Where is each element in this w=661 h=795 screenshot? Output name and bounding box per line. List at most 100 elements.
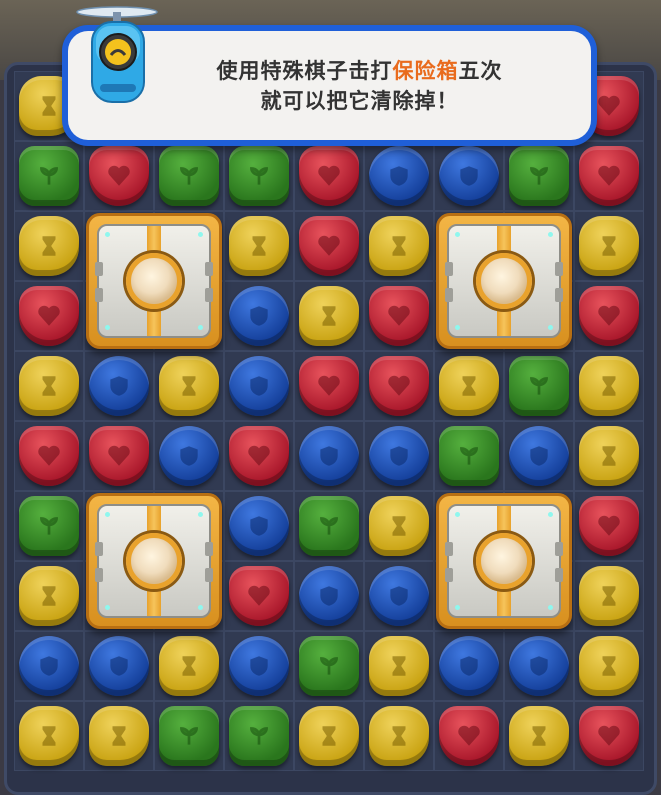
blue-piece[interactable] <box>439 636 499 696</box>
red-piece[interactable] <box>439 706 499 766</box>
blue-piece[interactable] <box>89 356 149 416</box>
yellow-piece[interactable] <box>579 566 639 626</box>
safe-bottom-left[interactable] <box>86 493 222 629</box>
sprout-icon <box>40 167 58 185</box>
green-piece[interactable] <box>229 146 289 206</box>
hourglass-icon <box>602 446 616 466</box>
red-piece[interactable] <box>579 496 639 556</box>
sprout-icon <box>180 167 198 185</box>
green-piece[interactable] <box>299 496 359 556</box>
red-piece[interactable] <box>89 146 149 206</box>
safe-hinge <box>205 568 213 582</box>
red-piece[interactable] <box>369 356 429 416</box>
safe-top-left[interactable] <box>86 213 222 349</box>
yellow-piece[interactable] <box>19 356 79 416</box>
blue-piece[interactable] <box>509 636 569 696</box>
yellow-piece[interactable] <box>229 216 289 276</box>
blue-piece[interactable] <box>439 146 499 206</box>
tutorial-text-part: 五次 <box>458 58 503 83</box>
yellow-piece[interactable] <box>89 706 149 766</box>
green-piece[interactable] <box>299 636 359 696</box>
red-piece[interactable] <box>19 286 79 346</box>
tutorial-text-part: 使用特殊棋子击打 <box>216 58 393 83</box>
blue-piece[interactable] <box>229 356 289 416</box>
shield-icon <box>460 166 478 186</box>
green-piece[interactable] <box>439 426 499 486</box>
green-piece[interactable] <box>229 706 289 766</box>
safe-door <box>95 504 213 618</box>
safe-hinge <box>95 288 103 302</box>
safe-hinge <box>205 288 213 302</box>
green-piece[interactable] <box>509 146 569 206</box>
green-piece[interactable] <box>509 356 569 416</box>
safe-light <box>105 605 110 610</box>
green-piece[interactable] <box>159 146 219 206</box>
green-piece[interactable] <box>19 146 79 206</box>
green-piece[interactable] <box>19 496 79 556</box>
yellow-piece[interactable] <box>19 216 79 276</box>
yellow-piece[interactable] <box>369 216 429 276</box>
red-piece[interactable] <box>579 146 639 206</box>
red-piece[interactable] <box>369 286 429 346</box>
blue-piece[interactable] <box>229 286 289 346</box>
blue-piece[interactable] <box>19 636 79 696</box>
yellow-piece[interactable] <box>369 496 429 556</box>
heart-icon <box>598 725 620 746</box>
blue-piece[interactable] <box>229 496 289 556</box>
heart-icon <box>248 445 270 466</box>
yellow-piece[interactable] <box>299 706 359 766</box>
shield-icon <box>390 586 408 606</box>
green-piece[interactable] <box>159 706 219 766</box>
shield-icon <box>530 446 548 466</box>
yellow-piece[interactable] <box>19 566 79 626</box>
red-piece[interactable] <box>229 566 289 626</box>
blue-piece[interactable] <box>159 426 219 486</box>
red-piece[interactable] <box>299 216 359 276</box>
safe-bottom-right[interactable] <box>436 493 572 629</box>
sprout-icon <box>530 167 548 185</box>
blue-piece[interactable] <box>89 636 149 696</box>
safe-light <box>548 605 553 610</box>
yellow-piece[interactable] <box>509 706 569 766</box>
safe-hinge <box>445 262 453 276</box>
yellow-piece[interactable] <box>369 706 429 766</box>
yellow-piece[interactable] <box>579 636 639 696</box>
red-piece[interactable] <box>229 426 289 486</box>
yellow-piece[interactable] <box>159 636 219 696</box>
hourglass-icon <box>532 726 546 746</box>
yellow-piece[interactable] <box>579 216 639 276</box>
safe-lock-icon <box>126 533 182 589</box>
hourglass-icon <box>322 726 336 746</box>
red-piece[interactable] <box>299 146 359 206</box>
red-piece[interactable] <box>89 426 149 486</box>
heart-icon <box>38 305 60 326</box>
yellow-piece[interactable] <box>579 426 639 486</box>
heart-icon <box>318 375 340 396</box>
yellow-piece[interactable] <box>19 706 79 766</box>
yellow-piece[interactable] <box>299 286 359 346</box>
blue-piece[interactable] <box>369 566 429 626</box>
red-piece[interactable] <box>19 426 79 486</box>
red-piece[interactable] <box>579 286 639 346</box>
yellow-piece[interactable] <box>579 356 639 416</box>
shield-icon <box>110 656 128 676</box>
safe-light <box>548 232 553 237</box>
yellow-piece[interactable] <box>439 356 499 416</box>
blue-piece[interactable] <box>369 146 429 206</box>
safe-light <box>455 325 460 330</box>
blue-piece[interactable] <box>509 426 569 486</box>
safe-top-right[interactable] <box>436 213 572 349</box>
blue-piece[interactable] <box>299 566 359 626</box>
blue-piece[interactable] <box>299 426 359 486</box>
heart-icon <box>318 165 340 186</box>
heart-icon <box>248 585 270 606</box>
hourglass-icon <box>602 656 616 676</box>
blue-piece[interactable] <box>369 426 429 486</box>
yellow-piece[interactable] <box>369 636 429 696</box>
yellow-piece[interactable] <box>159 356 219 416</box>
safe-light <box>105 325 110 330</box>
red-piece[interactable] <box>299 356 359 416</box>
red-piece[interactable] <box>579 706 639 766</box>
blue-piece[interactable] <box>229 636 289 696</box>
tutorial-line-1: 使用特殊棋子击打保险箱五次 <box>217 56 503 86</box>
